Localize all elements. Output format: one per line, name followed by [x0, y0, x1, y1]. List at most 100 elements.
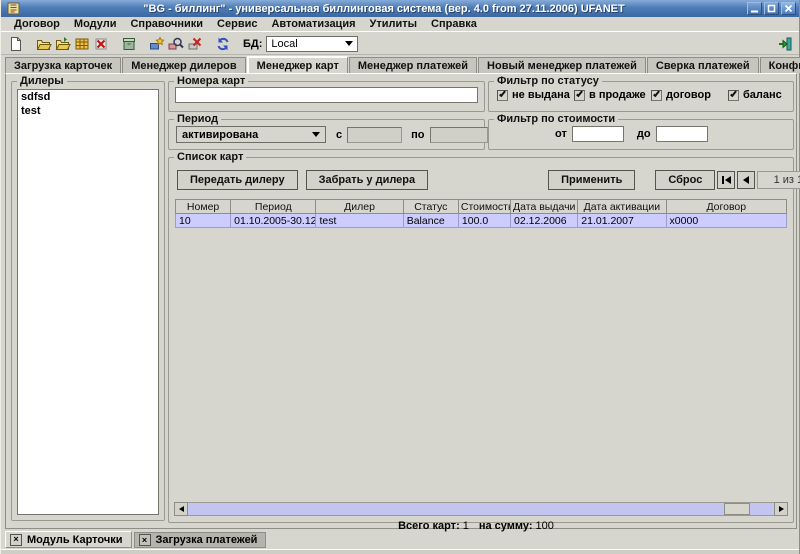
cost-to-input[interactable]	[656, 126, 708, 142]
scrollbar-track[interactable]	[188, 502, 774, 516]
column-header[interactable]: Дата выдачи	[511, 200, 578, 214]
chevron-down-icon	[345, 41, 353, 46]
package-icon[interactable]	[119, 35, 138, 53]
apply-button[interactable]: Применить	[548, 170, 635, 190]
period-from-field[interactable]	[347, 127, 402, 143]
db-label: БД:	[243, 38, 262, 50]
column-header[interactable]: Период	[231, 200, 316, 214]
total-cards-value: 1	[463, 520, 469, 532]
menu-item[interactable]: Автоматизация	[264, 18, 362, 30]
table-cell: x0000	[666, 214, 786, 228]
dealer-list-item[interactable]: test	[18, 104, 158, 118]
module-tab-bar: Загрузка карточекМенеджер дилеровМенедже…	[5, 56, 795, 73]
find-card-icon[interactable]	[166, 35, 185, 53]
close-icon[interactable]	[781, 2, 796, 15]
module-tab[interactable]: ×Модуль Карточки	[5, 531, 132, 548]
menu-item[interactable]: Договор	[7, 18, 67, 30]
previous-page-icon[interactable]	[737, 171, 755, 189]
minimize-icon[interactable]	[747, 2, 762, 15]
tab-5[interactable]: Новый менеджер платежей	[478, 57, 646, 73]
close-module-icon[interactable]: ×	[139, 534, 151, 546]
window-title: "BG - биллинг" - универсальная биллингов…	[23, 3, 745, 15]
reset-button[interactable]: Сброс	[655, 170, 715, 190]
status-checkbox[interactable]: не выдана	[497, 89, 574, 101]
menu-item[interactable]: Справка	[424, 18, 484, 30]
tab-2[interactable]: Менеджер дилеров	[122, 57, 245, 73]
cost-to-label: до	[637, 128, 651, 140]
transfer-to-dealer-button[interactable]: Передать дилеру	[177, 170, 298, 190]
tab-1[interactable]: Загрузка карточек	[5, 57, 121, 73]
refresh-icon[interactable]	[213, 35, 232, 53]
table-cell: 100.0	[458, 214, 510, 228]
menu-item[interactable]: Справочники	[123, 18, 210, 30]
tab-6[interactable]: Сверка платежей	[647, 57, 759, 73]
cards-table: НомерПериодДилерСтатусСтоимостьДата выда…	[175, 199, 787, 228]
card-list-groupbox: Список карт Передать дилеру Забрать у ди…	[168, 151, 794, 523]
exit-icon[interactable]	[775, 35, 794, 53]
period-type-select[interactable]: активирована	[176, 126, 326, 143]
column-header[interactable]: Дата активации	[578, 200, 666, 214]
module-tab[interactable]: ×Загрузка платежей	[134, 532, 267, 548]
new-document-icon[interactable]	[6, 35, 25, 53]
horizontal-scrollbar[interactable]	[174, 502, 788, 516]
menu-bar: ДоговорМодулиСправочникиСервисАвтоматиза…	[1, 17, 799, 32]
status-checkbox[interactable]: договор	[651, 89, 728, 101]
menu-item[interactable]: Сервис	[210, 18, 264, 30]
checkbox-checked-icon[interactable]	[651, 90, 662, 101]
scroll-right-icon[interactable]	[774, 502, 788, 516]
cost-from-input[interactable]	[572, 126, 624, 142]
dealers-list[interactable]: sdfsdtest	[17, 89, 159, 515]
column-header[interactable]: Договор	[666, 200, 786, 214]
table-cell: 21.01.2007	[578, 214, 666, 228]
app-window: "BG - биллинг" - универсальная биллингов…	[0, 0, 800, 554]
status-checkbox[interactable]: баланс	[728, 89, 800, 101]
remove-card-icon[interactable]	[185, 35, 204, 53]
status-filter-groupbox: Фильтр по статусу не выдана в продаже дого…	[488, 75, 794, 112]
scroll-left-icon[interactable]	[174, 502, 188, 516]
checkbox-checked-icon[interactable]	[728, 90, 739, 101]
column-header[interactable]: Статус	[403, 200, 458, 214]
import-folder-icon[interactable]	[53, 35, 72, 53]
status-checkbox[interactable]: в продаже	[574, 89, 651, 101]
card-numbers-input[interactable]	[175, 87, 478, 103]
delete-icon[interactable]	[91, 35, 110, 53]
card-list-actions: Передать дилеру Забрать у дилера Примени…	[177, 170, 785, 190]
column-header[interactable]: Номер	[176, 200, 231, 214]
tab-4[interactable]: Менеджер платежей	[349, 57, 477, 73]
window-bottom-edge	[1, 549, 799, 554]
column-header[interactable]: Стоимость	[458, 200, 510, 214]
status-checkbox-label: баланс	[743, 89, 782, 101]
maximize-icon[interactable]	[764, 2, 779, 15]
table-icon[interactable]	[72, 35, 91, 53]
tab-3[interactable]: Менеджер карт	[247, 56, 348, 73]
dealer-list-item[interactable]: sdfsd	[18, 90, 158, 104]
toolbar-icons	[6, 35, 241, 53]
scrollbar-thumb[interactable]	[724, 503, 750, 515]
card-list-group-title: Список карт	[174, 151, 246, 163]
open-folder-icon[interactable]	[34, 35, 53, 53]
table-row[interactable]: 1001.10.2005-30.12.2007testBalance100.00…	[176, 214, 787, 228]
status-checkbox-label: договор	[666, 89, 711, 101]
chevron-down-icon	[312, 132, 320, 137]
total-cards-label: Всего карт:	[398, 520, 460, 532]
status-checkbox-label: не выдана	[512, 89, 570, 101]
status-filter-group-title: Фильтр по статусу	[494, 75, 602, 87]
db-select[interactable]: Local	[266, 36, 358, 52]
checkbox-checked-icon[interactable]	[497, 90, 508, 101]
column-header[interactable]: Дилер	[316, 200, 403, 214]
add-card-icon[interactable]	[147, 35, 166, 53]
tab-7[interactable]: Конфигурация модуля	[760, 57, 800, 73]
menu-item[interactable]: Утилиты	[363, 18, 425, 30]
period-from-label: с	[336, 129, 342, 141]
status-filter-options: не выдана в продаже договор баланс	[497, 89, 791, 101]
close-module-icon[interactable]: ×	[10, 534, 22, 546]
card-numbers-group-title: Номера карт	[174, 75, 248, 87]
menu-item[interactable]: Модули	[67, 18, 124, 30]
first-page-icon[interactable]	[717, 171, 735, 189]
period-to-field[interactable]	[430, 127, 488, 143]
table-cell: 02.12.2006	[511, 214, 578, 228]
take-from-dealer-button[interactable]: Забрать у дилера	[306, 170, 429, 190]
toolbar: БД: Local	[1, 33, 799, 55]
checkbox-checked-icon[interactable]	[574, 90, 585, 101]
table-cell: Balance	[403, 214, 458, 228]
